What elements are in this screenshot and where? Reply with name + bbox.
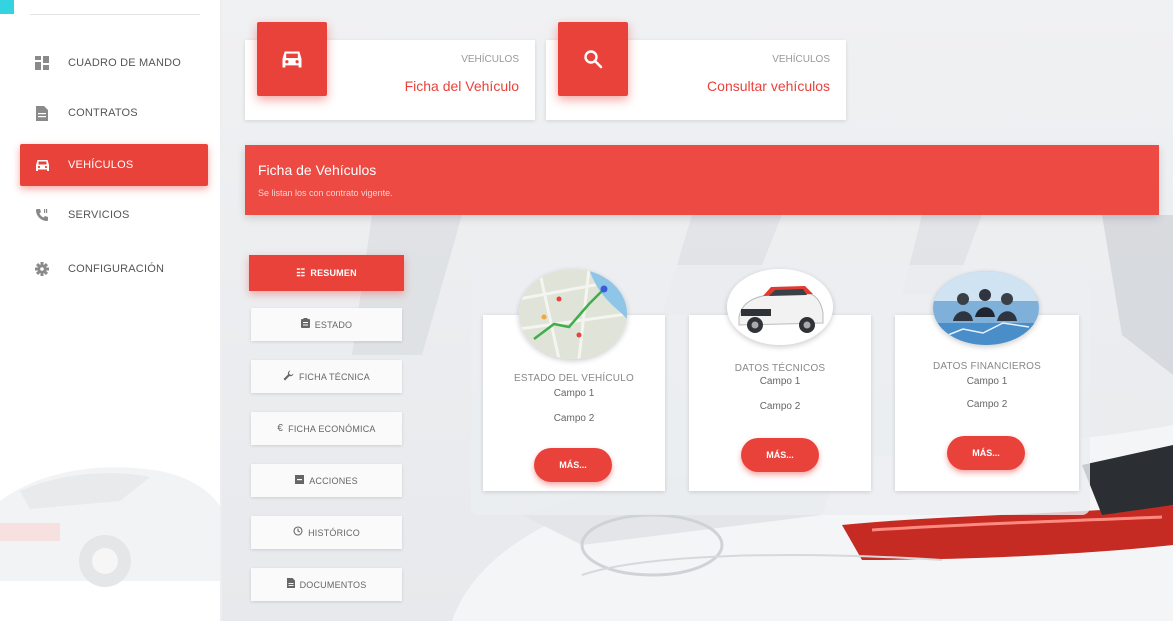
- sidebar-item-label: CUADRO DE MANDO: [68, 57, 182, 69]
- tab-label: HISTÓRICO: [308, 527, 360, 538]
- clipboard-icon: [300, 318, 310, 331]
- card-title: DATOS TÉCNICOS: [734, 363, 826, 374]
- top-card-ficha-vehiculo[interactable]: VEHÍCULOS Ficha del Vehículo: [245, 22, 535, 120]
- grid-icon: ☷: [296, 267, 306, 279]
- sidebar-item-label: VEHÍCULOS: [68, 159, 134, 171]
- phone-icon: [34, 207, 50, 223]
- document-icon: [34, 105, 50, 121]
- sidebar-item-label: CONFIGURACIÓN: [68, 263, 165, 275]
- tab-label: DOCUMENTOS: [299, 579, 367, 590]
- box-icon: [295, 474, 305, 487]
- sidebar-item-vehiculos[interactable]: VEHÍCULOS: [20, 144, 208, 186]
- search-icon: [558, 22, 628, 96]
- card-field: Campo 1: [759, 376, 801, 387]
- wrench-icon: [283, 370, 294, 384]
- car-icon: [34, 157, 50, 173]
- main-content: VEHÍCULOS Ficha del Vehículo VEHÍCULOS C…: [222, 0, 1173, 621]
- sidebar-item-cuadro-de-mando[interactable]: CUADRO DE MANDO: [20, 42, 208, 84]
- card-field: Campo 2: [759, 401, 801, 412]
- history-icon: [293, 526, 303, 539]
- card-field: Campo 2: [553, 413, 595, 424]
- card-title[interactable]: Ficha del Vehículo: [405, 78, 519, 94]
- car-background-image: [0, 467, 220, 587]
- card-title: DATOS FINANCIEROS: [932, 361, 1042, 372]
- car-icon: [257, 22, 327, 96]
- card-category: VEHÍCULOS: [461, 54, 519, 65]
- card-field: Campo 1: [553, 388, 595, 399]
- tab-label: FICHA TÉCNICA: [299, 371, 370, 382]
- mas-button-datos-tecnicos[interactable]: MÁS...: [741, 438, 819, 472]
- sidebar-item-label: SERVICIOS: [68, 209, 130, 221]
- card-field: Campo 1: [966, 376, 1008, 387]
- sidebar-item-label: CONTRATOS: [68, 107, 138, 119]
- tab-acciones[interactable]: ACCIONES: [251, 464, 402, 497]
- tab-resumen[interactable]: ☷ RESUMEN: [249, 255, 404, 291]
- corner-accent: [0, 0, 14, 14]
- tab-documentos[interactable]: DOCUMENTOS: [251, 568, 402, 601]
- card-category: VEHÍCULOS: [772, 54, 830, 65]
- page-title: Ficha de Vehículos: [258, 162, 377, 178]
- car-image: [727, 269, 833, 345]
- top-card-consultar-vehiculos[interactable]: VEHÍCULOS Consultar vehículos: [546, 22, 846, 120]
- summary-panel: ESTADO DEL VEHÍCULO Campo 1 Campo 2 DATO…: [471, 265, 1090, 515]
- tab-estado[interactable]: ESTADO: [251, 308, 402, 341]
- tab-label: FICHA ECONÓMICA: [288, 423, 376, 434]
- page-subtitle: Se listan los con contrato vigente.: [258, 188, 393, 198]
- mas-button-datos-financieros[interactable]: MÁS...: [947, 436, 1025, 470]
- sidebar-item-configuracion[interactable]: CONFIGURACIÓN: [20, 248, 208, 290]
- tab-historico[interactable]: HISTÓRICO: [251, 516, 402, 549]
- card-field: Campo 2: [966, 399, 1008, 410]
- tab-ficha-tecnica[interactable]: FICHA TÉCNICA: [251, 360, 402, 393]
- card-title: ESTADO DEL VEHÍCULO: [514, 373, 634, 384]
- page-header-banner: Ficha de Vehículos Se listan los con con…: [245, 145, 1159, 215]
- meeting-image: [933, 271, 1039, 345]
- card-title[interactable]: Consultar vehículos: [707, 78, 830, 94]
- tab-label: ACCIONES: [309, 475, 358, 486]
- file-icon: [286, 578, 295, 591]
- dashboard-icon: [34, 55, 50, 71]
- sidebar-item-contratos[interactable]: CONTRATOS: [20, 92, 208, 134]
- map-image: [519, 269, 627, 359]
- tab-ficha-economica[interactable]: € FICHA ECONÓMICA: [251, 412, 402, 445]
- euro-icon: €: [277, 423, 284, 434]
- gear-icon: [34, 261, 50, 277]
- sidebar-item-servicios[interactable]: SERVICIOS: [20, 194, 208, 236]
- mas-button-estado[interactable]: MÁS...: [534, 448, 612, 482]
- tab-label: RESUMEN: [310, 268, 357, 278]
- sidebar-divider: [30, 14, 200, 15]
- tab-label: ESTADO: [314, 319, 353, 330]
- sidebar: CUADRO DE MANDO CONTRATOS VEHÍCULOS SERV…: [0, 0, 220, 621]
